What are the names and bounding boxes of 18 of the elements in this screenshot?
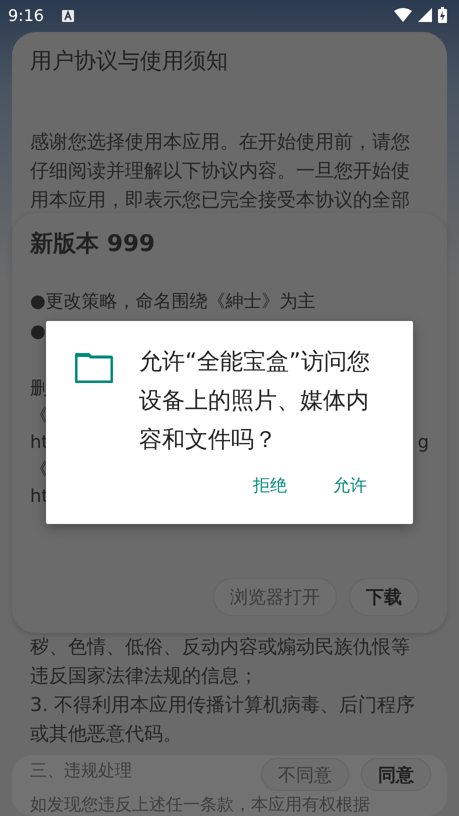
notification-icon <box>62 10 74 22</box>
agree-button[interactable]: 同意 <box>361 758 431 791</box>
changelog-text: g <box>418 431 429 455</box>
folder-icon <box>75 353 113 383</box>
changelog-item: ● <box>30 320 46 344</box>
battery-icon <box>438 7 447 23</box>
agreement-text: 感谢您选择使用本应用。在开始使用前，请您 仔细阅读并理解以下协议内容。一旦您开始使 用本应用，即表示您已完全接受本协议的全部 <box>29 130 411 213</box>
permission-message: 允许“全能宝盒”访问您设备上的照片、媒体内容和文件吗？ <box>139 348 371 455</box>
deny-button[interactable]: 拒绝 <box>241 468 299 503</box>
dialog-title: 用户协议与使用须知 <box>29 48 229 76</box>
download-button[interactable]: 下载 <box>349 578 419 616</box>
allow-button[interactable]: 允许 <box>321 468 379 503</box>
signal-icon <box>418 8 432 22</box>
wifi-icon <box>394 8 412 22</box>
dialog-title: 新版本 999 <box>28 230 156 259</box>
changelog-item: ●更改策略，命名围绕《紳士》为主 <box>30 290 316 314</box>
clock: 9:16 <box>8 6 44 24</box>
agreement-text: 秽、色情、低俗、反动内容或煽动民族仇恨等 违反国家法律法规的信息； 3. 不得利用本应用传播计算机病毒、后门程序 或其他恶意代码。 <box>29 635 416 747</box>
